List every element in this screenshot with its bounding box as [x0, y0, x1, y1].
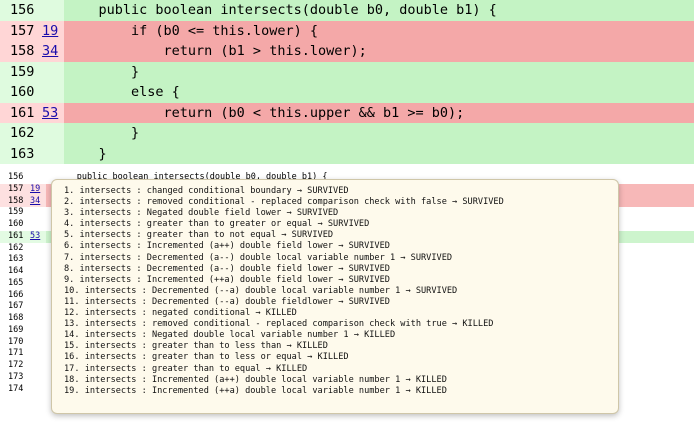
mutation-count-link[interactable]: 34 — [30, 196, 44, 208]
mutation-count-link — [30, 360, 44, 372]
mutation-item: 17. intersects : greater than to equal →… — [64, 363, 308, 374]
mutation-count-link — [42, 144, 62, 165]
line-number: 161 — [10, 104, 35, 121]
line-number: 159 — [10, 63, 35, 80]
mutation-count-link — [30, 337, 44, 349]
mutation-count-link[interactable]: 53 — [42, 103, 62, 124]
code-line: 156 public boolean intersects(double b0,… — [0, 0, 694, 21]
mutation-count-link — [30, 219, 44, 231]
code-text: } — [64, 61, 694, 82]
line-number: 162 — [8, 242, 24, 253]
line-number: 171 — [8, 348, 24, 359]
mutation-item: 3. intersects : Negated double field low… — [64, 208, 339, 219]
mutation-count-link — [42, 82, 62, 103]
code-line: 158 34 return (b1 > this.lower); — [0, 41, 694, 62]
line-number: 160 — [8, 219, 24, 229]
mutation-count-link — [30, 301, 44, 313]
line-number: 160 — [10, 84, 35, 100]
line-number: 158 — [8, 195, 24, 206]
mutation-item: 9. intersects : Incremented (++a) double… — [64, 274, 390, 285]
code-line: 162 } — [0, 123, 694, 144]
mutation-count-link — [30, 384, 44, 396]
line-number: 168 — [8, 313, 24, 323]
line-number: 161 — [8, 230, 24, 241]
mutation-item: 11. intersects : Decremented (--a) doubl… — [64, 296, 390, 307]
mutation-item: 2. intersects : removed conditional - re… — [64, 197, 504, 208]
mutation-item: 7. intersects : Decremented (a--) double… — [64, 252, 453, 263]
mutation-count-link[interactable]: 34 — [42, 41, 62, 62]
mutation-item: 1. intersects : changed conditional boun… — [64, 186, 349, 196]
code-line: 157 19 if (b0 <= this.lower) { — [0, 20, 694, 42]
mutation-count-link — [30, 325, 44, 337]
mutation-item: 8. intersects : Decremented (a--) double… — [64, 263, 390, 274]
line-number: 174 — [8, 383, 24, 394]
mutation-count-link[interactable]: 53 — [30, 231, 44, 243]
mutation-count-link — [30, 172, 44, 184]
line-number: 156 — [10, 2, 35, 18]
line-number: 173 — [8, 371, 24, 382]
mutation-count-link — [30, 313, 44, 325]
mutation-item: 14. intersects : Negated double local va… — [64, 330, 396, 341]
line-number: 166 — [8, 289, 24, 300]
mutation-count-link — [30, 266, 44, 278]
code-view-enlarged: 156 public boolean intersects(double b0,… — [0, 0, 694, 165]
mutation-count-link — [30, 278, 44, 290]
line-number: 169 — [8, 324, 24, 335]
line-number: 159 — [8, 207, 24, 218]
mutation-item: 10. intersects : Decremented (--a) doubl… — [64, 285, 458, 296]
line-number: 157 — [8, 183, 24, 194]
line-number: 172 — [8, 360, 24, 370]
mutation-item: 19. intersects : Incremented (++a) doubl… — [64, 385, 447, 396]
code-line: 159 } — [0, 61, 694, 83]
code-text: } — [64, 143, 694, 164]
code-line: 160 else { — [0, 82, 694, 103]
mutation-count-link — [30, 372, 44, 384]
mutation-item: 18. intersects : Incremented (a++) doubl… — [64, 374, 447, 385]
line-number: 164 — [8, 266, 24, 276]
mutation-count-link — [30, 254, 44, 266]
code-text: return (b1 > this.lower); — [64, 41, 694, 62]
code-text: public boolean intersects(double b0, dou… — [64, 0, 694, 21]
mutation-count-link — [30, 348, 44, 360]
mutation-item: 13. intersects : removed conditional - r… — [64, 319, 494, 330]
line-number: 167 — [8, 301, 24, 312]
code-text: } — [64, 123, 694, 144]
mutation-item: 16. intersects : greater than to less or… — [64, 352, 349, 363]
line-number: 163 — [8, 254, 24, 265]
line-number: 156 — [8, 172, 24, 182]
mutation-item: 4. intersects : greater than to greater … — [64, 219, 370, 230]
mutation-item: 6. intersects : Incremented (a++) double… — [64, 241, 390, 252]
mutation-count-link[interactable]: 19 — [30, 184, 44, 196]
mutation-count-link[interactable]: 19 — [42, 21, 62, 42]
mutation-count-link — [42, 62, 62, 83]
mutation-count-link — [42, 123, 62, 144]
mutation-count-link — [30, 290, 44, 302]
line-number: 163 — [10, 145, 35, 162]
mutation-item: 5. intersects : greater than to not equa… — [64, 230, 334, 241]
code-text: if (b0 <= this.lower) { — [64, 20, 694, 41]
line-number: 158 — [10, 43, 35, 59]
code-text: return (b0 < this.upper && b1 >= b0); — [64, 102, 694, 123]
mutation-item: 15. intersects : greater than to less th… — [64, 341, 328, 352]
mutation-tooltip: 1. intersects : changed conditional boun… — [51, 179, 619, 414]
line-number: 170 — [8, 336, 24, 347]
line-number: 162 — [10, 125, 35, 141]
code-text: else { — [64, 82, 694, 103]
line-number: 157 — [10, 22, 35, 39]
code-line: 163 } — [0, 143, 694, 165]
line-number: 165 — [8, 277, 24, 288]
mutation-count-link — [42, 0, 62, 21]
mutation-item: 12. intersects : negated conditional → K… — [64, 308, 297, 319]
mutation-count-link — [30, 207, 44, 219]
mutation-count-link — [30, 243, 44, 255]
code-line: 161 53 return (b0 < this.upper && b1 >= b… — [0, 102, 694, 124]
